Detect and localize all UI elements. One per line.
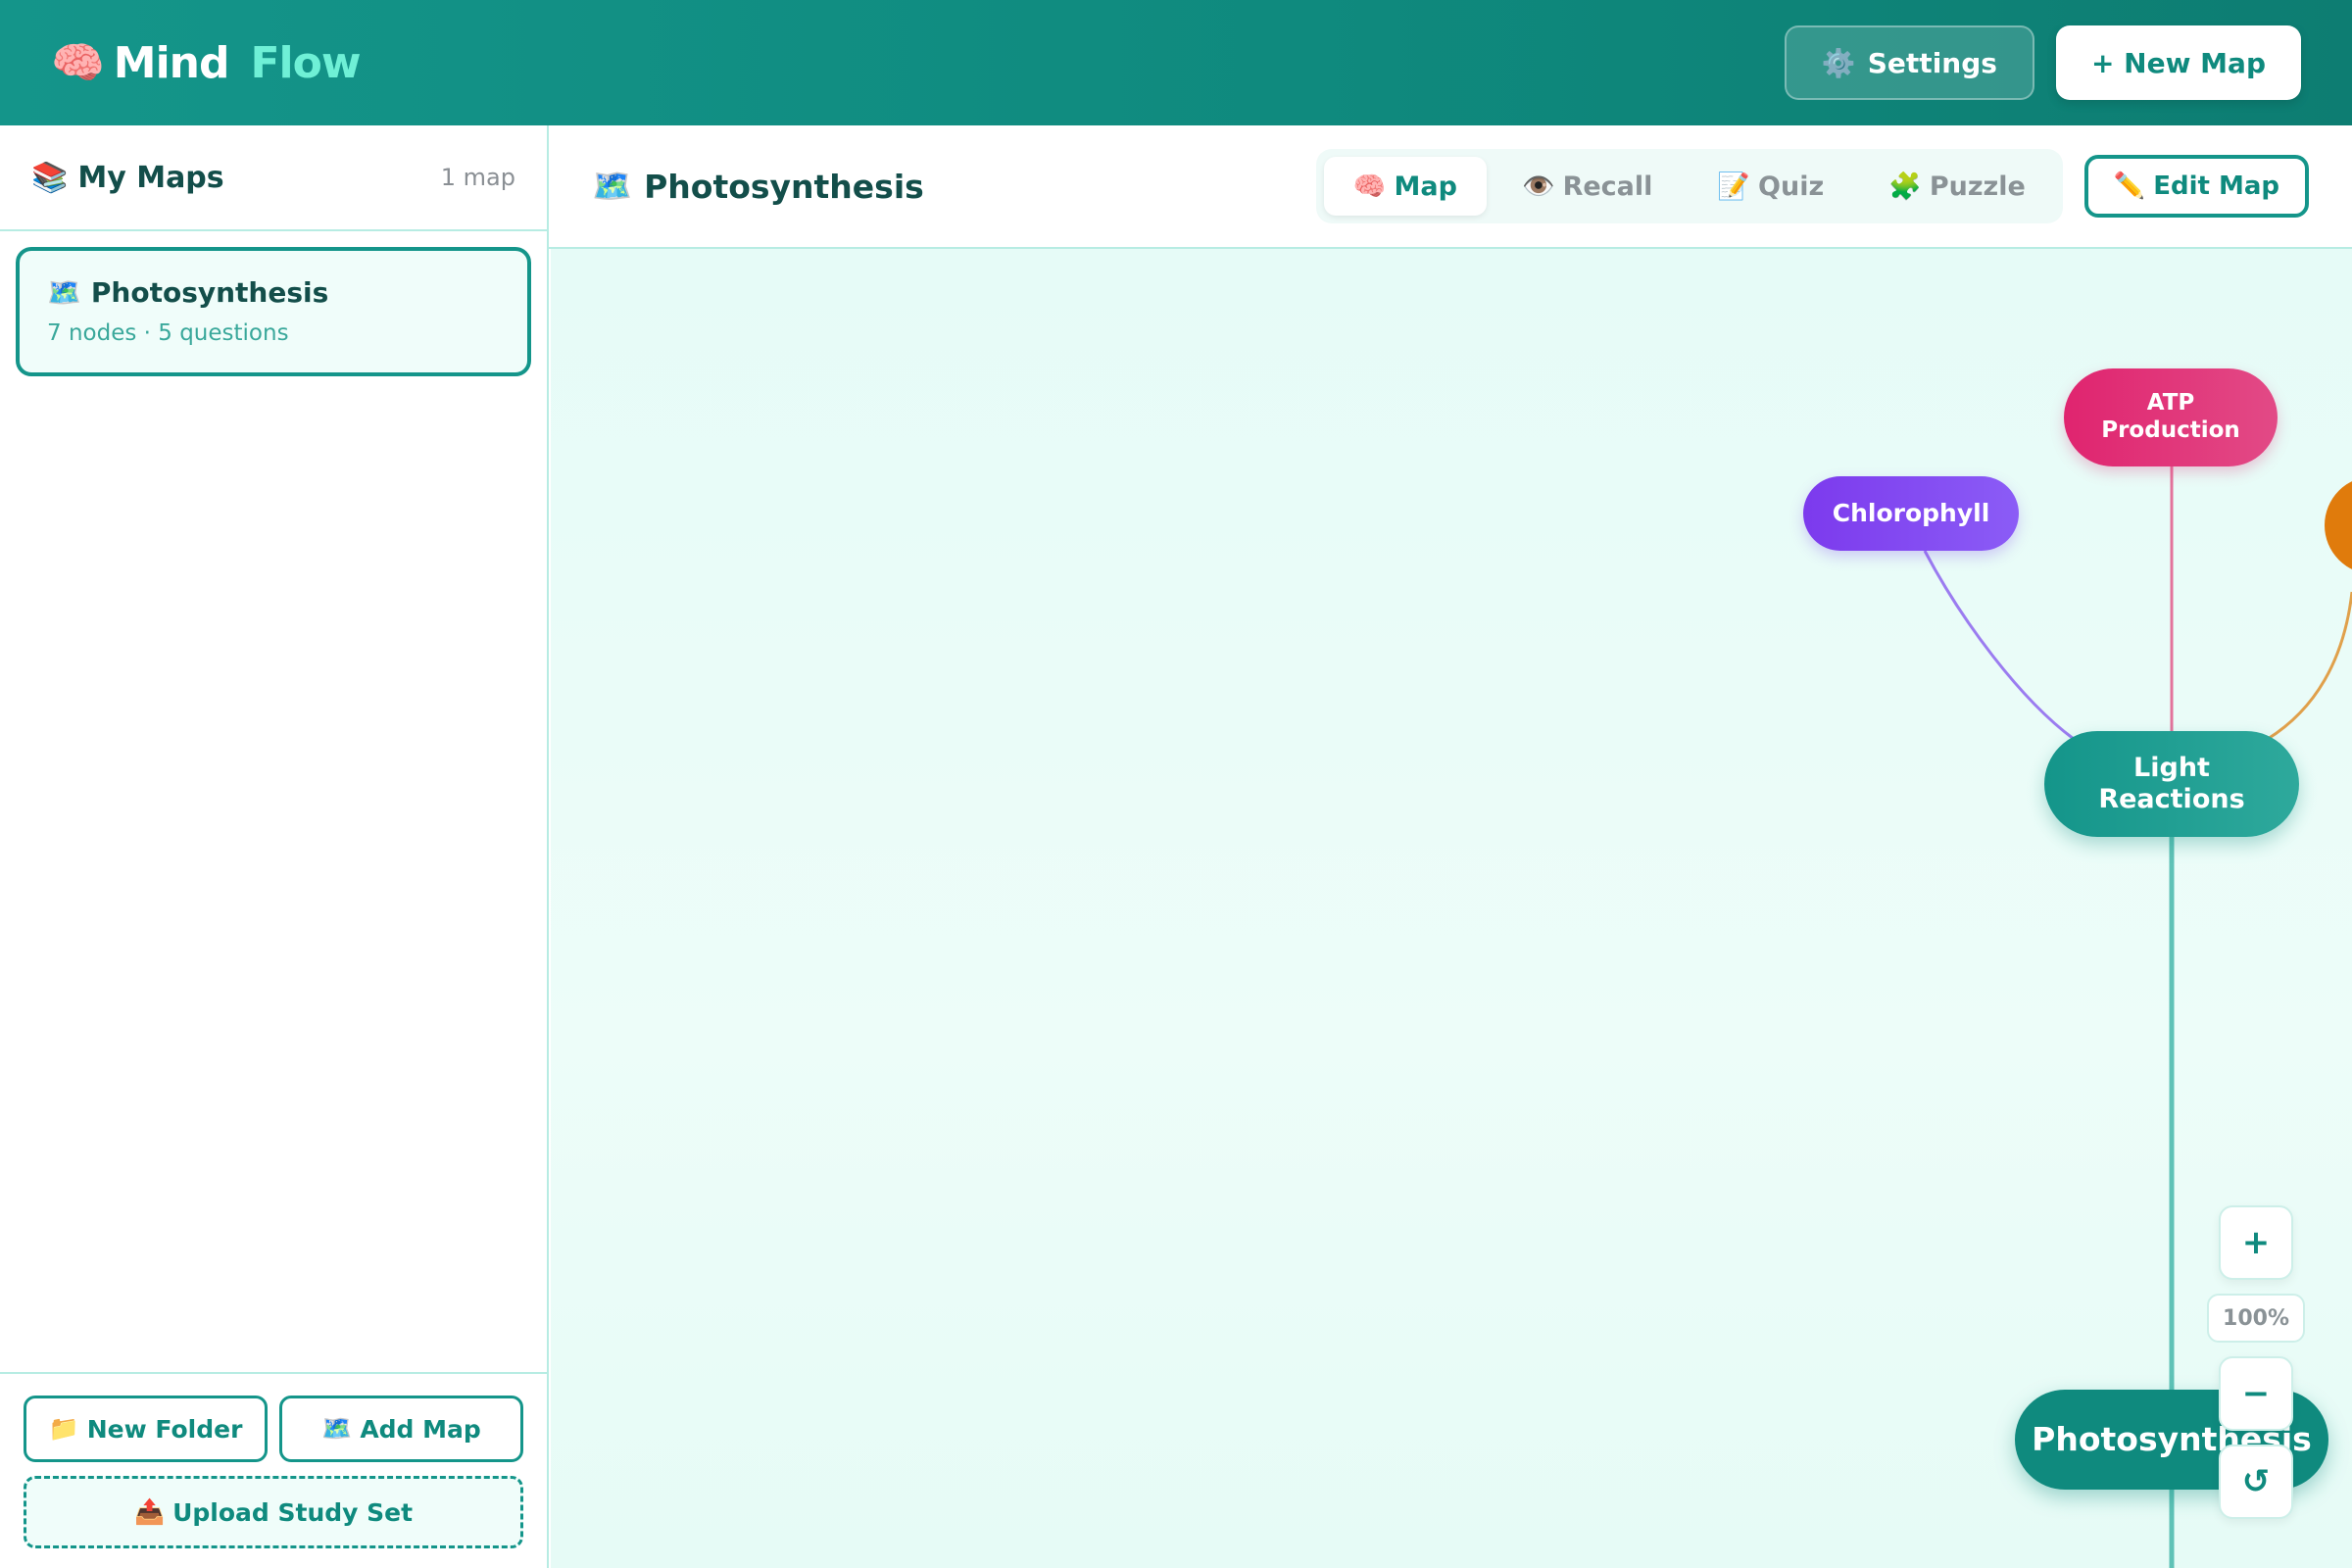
zoom-controls: + 100% − ↺ [2207, 1205, 2305, 1519]
add-map-button[interactable]: 🗺️ Add Map [279, 1396, 523, 1462]
mind-map-canvas[interactable]: ATP Production Chlorophyll Light Reactio… [551, 249, 2352, 1568]
new-map-button[interactable]: + New Map [2055, 25, 2301, 100]
memo-icon: 📝 [1717, 172, 1751, 202]
map-icon: 🗺️ [321, 1414, 353, 1443]
node-chlorophyll[interactable]: Chlorophyll [1803, 476, 2019, 551]
sidebar-title: 📚 My Maps [31, 161, 224, 195]
tab-label: Quiz [1758, 171, 1825, 202]
tab-label: Recall [1562, 171, 1653, 202]
map-item-title: 🗺️ Photosynthesis [47, 276, 500, 309]
brain-icon: 🧠 [51, 38, 105, 88]
sidebar: 📚 My Maps 1 map 🗺️ Photosynthesis 7 node… [0, 125, 549, 1568]
tab-label: Puzzle [1929, 171, 2026, 202]
reset-icon: ↺ [2241, 1462, 2271, 1501]
pencil-icon: ✏️ [2113, 172, 2146, 201]
map-count: 1 map [440, 164, 515, 191]
page-title: 🗺️ Photosynthesis [592, 167, 924, 206]
edge-light-chlorophyll [1923, 550, 2075, 741]
reset-view-button[interactable]: ↺ [2219, 1445, 2293, 1519]
brand-primary: Mind [113, 37, 230, 88]
brand-accent: Flow [250, 37, 361, 88]
node-atp-production[interactable]: ATP Production [2064, 368, 2278, 466]
settings-button[interactable]: ⚙️ Settings [1784, 25, 2034, 100]
sidebar-footer: 📁 New Folder 🗺️ Add Map 📤 Upload Study S… [0, 1372, 547, 1568]
edit-map-button[interactable]: ✏️ Edit Map [2083, 155, 2309, 218]
main-toolbar: 🗺️ Photosynthesis 🧠 Map 👁️ Recall 📝 Quiz… [549, 125, 2352, 249]
sidebar-footer-row: 📁 New Folder 🗺️ Add Map [24, 1396, 523, 1462]
brain-icon: 🧠 [1352, 172, 1387, 202]
books-icon: 📚 [31, 160, 69, 195]
header-actions: ⚙️ Settings + New Map [1784, 25, 2301, 100]
puzzle-icon: 🧩 [1888, 172, 1922, 202]
upload-study-set-button[interactable]: 📤 Upload Study Set [24, 1476, 523, 1548]
app-header: 🧠 Mind Flow ⚙️ Settings + New Map [0, 0, 2352, 125]
tab-quiz[interactable]: 📝 Quiz [1688, 157, 1853, 216]
tab-label: Map [1394, 171, 1457, 202]
view-tabs: 🧠 Map 👁️ Recall 📝 Quiz 🧩 Puzzle [1315, 149, 2063, 223]
map-icon: 🗺️ [47, 276, 81, 309]
upload-icon: 📤 [133, 1497, 166, 1526]
tab-puzzle[interactable]: 🧩 Puzzle [1859, 157, 2055, 216]
map-item-meta: 7 nodes · 5 questions [47, 320, 289, 346]
tab-map[interactable]: 🧠 Map [1323, 157, 1487, 216]
edit-map-label: Edit Map [2153, 172, 2279, 201]
upload-label: Upload Study Set [172, 1497, 414, 1527]
app-brand[interactable]: 🧠 Mind Flow [51, 37, 362, 89]
new-folder-label: New Folder [86, 1414, 243, 1444]
map-icon: 🗺️ [592, 167, 633, 205]
tab-recall[interactable]: 👁️ Recall [1493, 157, 1682, 216]
sidebar-header: 📚 My Maps 1 map [0, 125, 547, 231]
new-folder-button[interactable]: 📁 New Folder [24, 1396, 268, 1462]
map-list-item[interactable]: 🗺️ Photosynthesis 7 nodes · 5 questions [16, 247, 531, 376]
gear-icon: ⚙️ [1821, 46, 1856, 79]
node-light-reactions[interactable]: Light Reactions [2044, 731, 2299, 837]
settings-label: Settings [1867, 46, 1997, 79]
edge-light-orange [2267, 591, 2352, 741]
sidebar-title-text: My Maps [77, 160, 224, 195]
map-item-name: Photosynthesis [90, 276, 329, 309]
add-map-label: Add Map [360, 1414, 481, 1444]
zoom-out-button[interactable]: − [2219, 1356, 2293, 1431]
zoom-level: 100% [2207, 1294, 2305, 1343]
folder-icon: 📁 [48, 1414, 79, 1443]
eye-icon: 👁️ [1521, 172, 1555, 202]
page-title-text: Photosynthesis [644, 167, 924, 206]
zoom-in-button[interactable]: + [2219, 1205, 2293, 1280]
